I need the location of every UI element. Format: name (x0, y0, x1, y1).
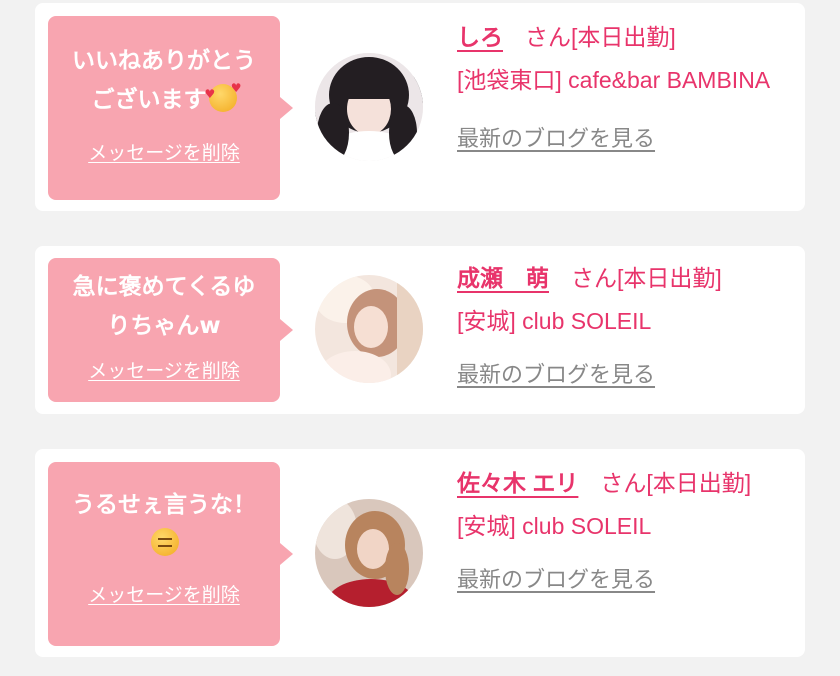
message-text: うるせぇ言うな！ (48, 462, 280, 564)
cast-status: さん[本日出勤] (571, 265, 722, 291)
avatar[interactable] (315, 499, 423, 607)
message-card: 急に褒めてくるゆ りちゃんw メッセージを削除 成瀬 萌さん[本日出勤] [安城… (35, 246, 805, 414)
shop-name: [安城] club SOLEIL (457, 308, 652, 334)
message-list: いいねありがとう ございます メッセージを削除 しろさん[本日出勤] [池袋東口… (0, 0, 840, 676)
blog-link[interactable]: 最新のブログを見る (457, 126, 655, 151)
cast-name-link[interactable]: 成瀬 萌 (457, 265, 549, 291)
delete-message-link[interactable]: メッセージを削除 (88, 142, 240, 164)
message-bubble: うるせぇ言うな！ メッセージを削除 (48, 462, 293, 646)
delete-message-link[interactable]: メッセージを削除 (88, 584, 240, 606)
expressionless-face-emoji-icon (151, 528, 179, 556)
cast-info: 佐々木 エリ さん[本日出勤] [安城] club SOLEIL 最新のブログを見… (457, 462, 793, 601)
blog-link[interactable]: 最新のブログを見る (457, 362, 655, 387)
message-card: うるせぇ言うな！ メッセージを削除 佐々木 エリ さん[本日出勤] [安城] cl… (35, 449, 805, 657)
cast-info: しろ さん[本日出勤] [池袋東口] cafe&bar BAMBINA 最新のブロ… (457, 16, 793, 160)
avatar[interactable] (315, 53, 423, 161)
message-bubble: いいねありがとう ございます メッセージを削除 (48, 16, 293, 200)
delete-message-link[interactable]: メッセージを削除 (88, 360, 240, 382)
girl-portrait-photo-icon (315, 499, 423, 607)
cast-status: さん[本日出勤] (525, 24, 676, 50)
message-text: いいねありがとう ございます (48, 16, 280, 120)
shop-name: [安城] club SOLEIL (457, 513, 652, 539)
blog-link[interactable]: 最新のブログを見る (457, 567, 655, 592)
smiling-face-with-hearts-emoji-icon (205, 82, 242, 112)
cast-info: 成瀬 萌さん[本日出勤] [安城] club SOLEIL 最新のブログを見る (457, 257, 793, 396)
avatar[interactable] (315, 275, 423, 383)
cast-name-link[interactable]: 佐々木 エリ (457, 470, 578, 496)
cast-name-link[interactable]: しろ (457, 24, 503, 50)
message-text: 急に褒めてくるゆ りちゃんw (72, 274, 256, 339)
cast-status: さん[本日出勤] (600, 470, 752, 496)
shop-name: [池袋東口] cafe&bar BAMBINA (457, 67, 771, 93)
girl-portrait-photo-icon (315, 275, 423, 383)
message-card: いいねありがとう ございます メッセージを削除 しろさん[本日出勤] [池袋東口… (35, 3, 805, 211)
message-bubble: 急に褒めてくるゆ りちゃんw メッセージを削除 (48, 258, 293, 402)
girl-portrait-photo-icon (315, 53, 423, 161)
